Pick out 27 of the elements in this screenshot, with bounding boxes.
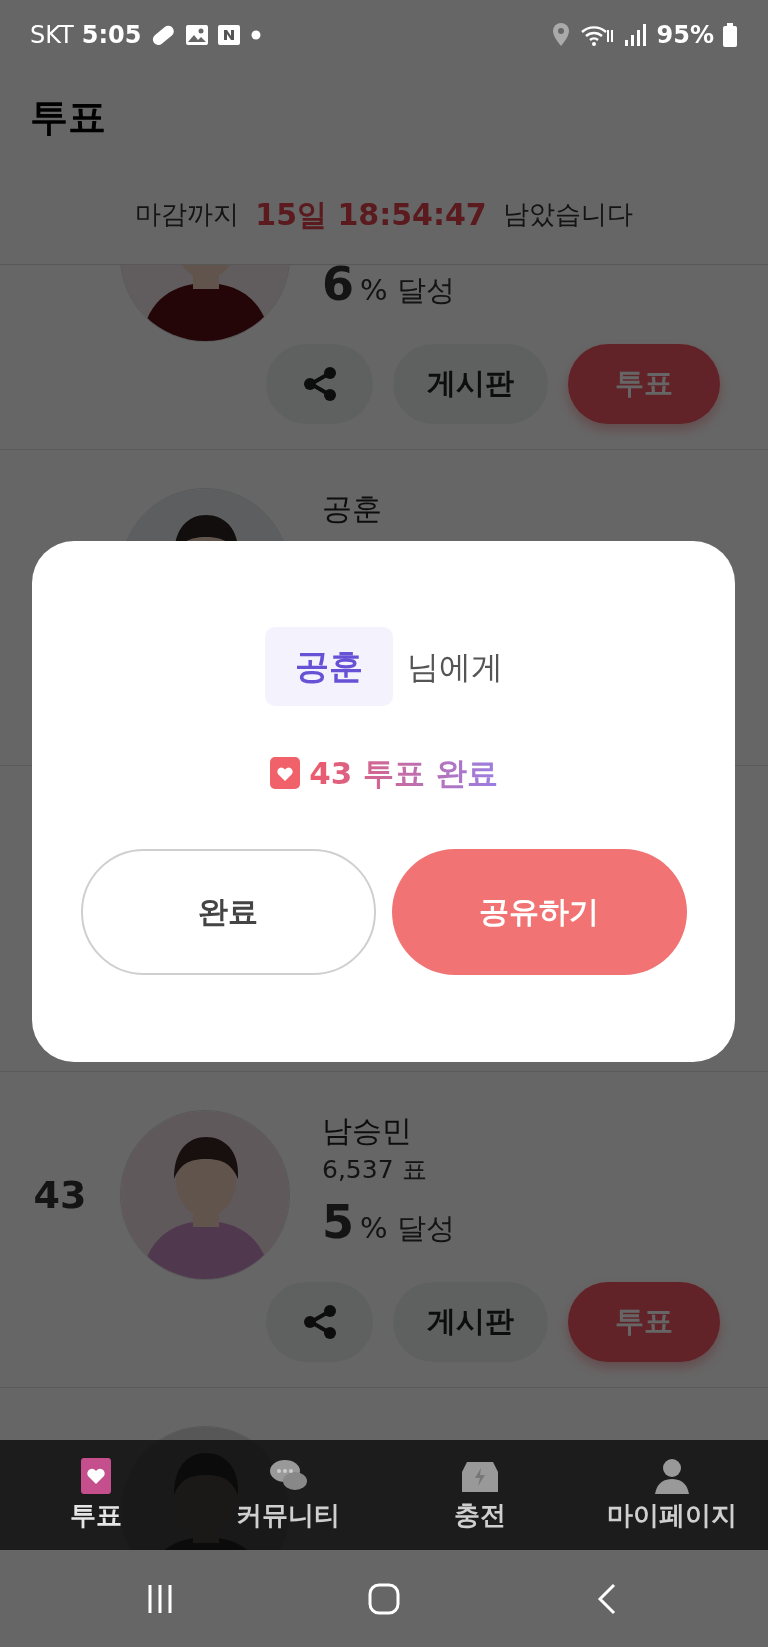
nav-tab[interactable]: 투표	[0, 1454, 192, 1536]
battery-percent: 95%	[656, 20, 714, 51]
vote-count: 6,537 표	[322, 1155, 427, 1184]
recipient-label: 님에게	[406, 646, 503, 688]
nav-tab[interactable]: 마이페이지	[576, 1454, 768, 1536]
carrier-name: SKT	[30, 20, 74, 51]
nav-tab[interactable]: 충전	[384, 1454, 576, 1536]
candidate-name: 공훈	[322, 491, 382, 526]
signal-icon	[622, 22, 649, 48]
location-icon	[550, 22, 571, 48]
percent-label: % 달성	[360, 272, 455, 309]
countdown-label: 마감까지	[135, 198, 240, 231]
recipient-name: 공훈	[264, 627, 393, 706]
rank-number: 43	[33, 1172, 87, 1217]
image-icon	[185, 23, 210, 47]
percent-value: 5	[322, 1194, 354, 1251]
clock-time: 5:05	[81, 20, 142, 51]
percent-label: % 달성	[360, 1210, 455, 1247]
done-button[interactable]: 완료	[80, 848, 376, 975]
countdown-label: 남았습니다	[502, 198, 633, 231]
percent-value: 6	[322, 265, 354, 313]
countdown-timer: 15일 18:54:47	[255, 196, 487, 234]
nav-tab[interactable]: 커뮤니티	[192, 1454, 384, 1536]
battery-icon	[722, 22, 738, 48]
candidate-name: 남승민	[322, 1113, 412, 1148]
page-title: 투표	[30, 94, 106, 141]
n-app-icon	[217, 23, 242, 47]
